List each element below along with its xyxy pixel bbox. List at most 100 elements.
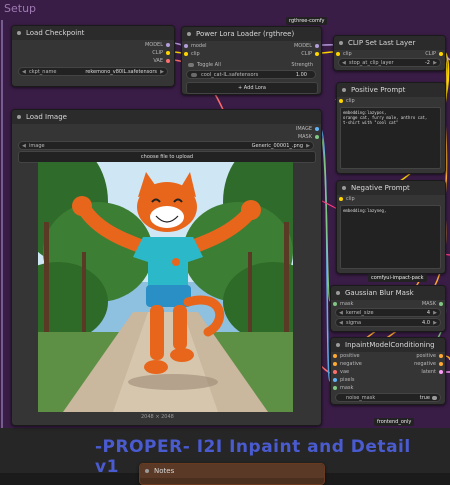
model-port-icon[interactable] bbox=[315, 43, 319, 48]
output-negative[interactable]: negative bbox=[414, 361, 443, 367]
output-latent[interactable]: latent bbox=[421, 369, 443, 375]
sigma-widget[interactable]: ◀ sigma 4.0 ▶ bbox=[335, 318, 441, 327]
input-clip[interactable]: clip bbox=[184, 51, 200, 57]
input-mask[interactable]: mask bbox=[333, 385, 353, 391]
toggle-icon[interactable] bbox=[432, 396, 437, 400]
mask-port-icon[interactable] bbox=[333, 385, 337, 390]
notes-node[interactable]: Notes bbox=[139, 463, 325, 485]
node-title[interactable]: Load Checkpoint bbox=[12, 26, 174, 40]
lora-row[interactable]: cool_cat-IL.safetensors 1.00 bbox=[186, 70, 316, 79]
latent-port-icon[interactable] bbox=[439, 369, 443, 374]
collapse-dot-icon[interactable] bbox=[336, 343, 340, 347]
input-negative[interactable]: negative bbox=[333, 361, 362, 367]
output-model[interactable]: MODEL bbox=[145, 42, 170, 48]
node-title[interactable]: Negative Prompt bbox=[337, 181, 445, 195]
input-positive[interactable]: positive bbox=[333, 353, 360, 359]
output-image[interactable]: IMAGE bbox=[296, 126, 319, 132]
cat-illustration bbox=[38, 162, 293, 412]
arrow-right-icon[interactable]: ▶ bbox=[433, 319, 437, 328]
mask-port-icon[interactable] bbox=[315, 134, 319, 139]
toggle-all[interactable]: Toggle All bbox=[188, 62, 221, 68]
clip-port-icon[interactable] bbox=[336, 51, 340, 56]
collapse-dot-icon[interactable] bbox=[187, 32, 191, 36]
mask-port-icon[interactable] bbox=[333, 301, 337, 306]
impact-pack-tag: comfyui-impact-pack bbox=[368, 274, 427, 282]
output-clip[interactable]: CLIP bbox=[301, 51, 319, 57]
gaussian-blur-mask-node[interactable]: Gaussian Blur Mask mask MASK ◀ kernel_si… bbox=[330, 285, 446, 332]
node-title[interactable]: Gaussian Blur Mask bbox=[331, 286, 445, 300]
input-vae[interactable]: vae bbox=[333, 369, 349, 375]
clip-port-icon[interactable] bbox=[339, 98, 343, 103]
add-lora-button[interactable]: + Add Lora bbox=[186, 82, 318, 94]
output-vae[interactable]: VAE bbox=[153, 58, 170, 64]
clip-port-icon[interactable] bbox=[315, 51, 319, 56]
stop-at-clip-layer-widget[interactable]: ◀ stop_at_clip_layer -2 ▶ bbox=[338, 58, 441, 67]
node-title[interactable]: Power Lora Loader (rgthree) bbox=[182, 27, 321, 41]
conditioning-port-icon[interactable] bbox=[439, 361, 443, 366]
frontend-only-tag: frontend_only bbox=[374, 418, 415, 426]
collapse-dot-icon[interactable] bbox=[342, 186, 346, 190]
noise-mask-widget[interactable]: noise_mask true bbox=[335, 393, 441, 402]
conditioning-port-icon[interactable] bbox=[439, 353, 443, 358]
vae-port-icon[interactable] bbox=[333, 369, 337, 374]
clip-port-icon[interactable] bbox=[184, 51, 188, 56]
clip-port-icon[interactable] bbox=[166, 50, 170, 55]
negative-prompt-text[interactable]: embedding:lazyneg, bbox=[340, 205, 441, 269]
positive-prompt-text[interactable]: embedding:lazypos, orange cat, furry mal… bbox=[340, 107, 441, 169]
collapse-dot-icon[interactable] bbox=[17, 31, 21, 35]
input-clip[interactable]: clip bbox=[339, 98, 355, 104]
vae-port-icon[interactable] bbox=[166, 58, 170, 63]
node-title[interactable]: CLIP Set Last Layer bbox=[334, 36, 445, 50]
output-clip[interactable]: CLIP bbox=[152, 50, 170, 56]
image-combo[interactable]: ◀ image Generic_00001_.png ▶ bbox=[18, 141, 314, 150]
collapse-dot-icon[interactable] bbox=[17, 115, 21, 119]
mask-port-icon[interactable] bbox=[439, 301, 443, 306]
load-checkpoint-node[interactable]: Load Checkpoint MODEL CLIP VAE ◀ ckpt_na… bbox=[11, 25, 175, 87]
input-clip[interactable]: clip bbox=[336, 51, 352, 57]
kernel-size-widget[interactable]: ◀ kernel_size 4 ▶ bbox=[335, 308, 441, 317]
lora-toggle-icon[interactable] bbox=[191, 73, 197, 77]
clip-port-icon[interactable] bbox=[439, 51, 443, 56]
node-title[interactable]: InpaintModelConditioning bbox=[331, 338, 445, 352]
arrow-right-icon[interactable]: ▶ bbox=[160, 68, 164, 77]
arrow-left-icon[interactable]: ◀ bbox=[342, 59, 346, 68]
image-dimensions: 2048 × 2048 bbox=[141, 414, 174, 420]
node-title[interactable]: Positive Prompt bbox=[337, 83, 445, 97]
collapse-dot-icon[interactable] bbox=[339, 41, 343, 45]
node-title[interactable]: Load Image bbox=[12, 110, 321, 124]
power-lora-loader-node[interactable]: Power Lora Loader (rgthree) model clip M… bbox=[181, 26, 322, 95]
input-model[interactable]: model bbox=[184, 43, 207, 49]
positive-prompt-node[interactable]: Positive Prompt clip embedding:lazypos, … bbox=[336, 82, 446, 174]
input-clip[interactable]: clip bbox=[339, 196, 355, 202]
model-port-icon[interactable] bbox=[166, 42, 170, 47]
output-mask[interactable]: MASK bbox=[298, 134, 319, 140]
arrow-left-icon[interactable]: ◀ bbox=[339, 309, 343, 318]
inpaint-model-conditioning-node[interactable]: InpaintModelConditioning positive negati… bbox=[330, 337, 446, 405]
output-positive[interactable]: positive bbox=[416, 353, 443, 359]
ckpt-name-combo[interactable]: ◀ ckpt_name rekemono_v80IL.safetensors ▶ bbox=[18, 67, 168, 76]
node-title[interactable]: Notes bbox=[140, 464, 324, 478]
collapse-dot-icon[interactable] bbox=[145, 469, 149, 473]
conditioning-port-icon[interactable] bbox=[333, 361, 337, 366]
arrow-right-icon[interactable]: ▶ bbox=[433, 59, 437, 68]
output-clip[interactable]: CLIP bbox=[425, 51, 443, 57]
collapse-dot-icon[interactable] bbox=[342, 88, 346, 92]
model-port-icon[interactable] bbox=[184, 43, 188, 48]
toggle-icon[interactable] bbox=[188, 62, 194, 67]
arrow-left-icon[interactable]: ◀ bbox=[22, 68, 26, 77]
negative-prompt-node[interactable]: Negative Prompt clip embedding:lazyneg, bbox=[336, 180, 446, 274]
collapse-dot-icon[interactable] bbox=[336, 291, 340, 295]
image-port-icon[interactable] bbox=[333, 377, 337, 382]
output-mask[interactable]: MASK bbox=[422, 301, 443, 307]
arrow-right-icon[interactable]: ▶ bbox=[433, 309, 437, 318]
arrow-left-icon[interactable]: ◀ bbox=[339, 319, 343, 328]
input-mask[interactable]: mask bbox=[333, 301, 353, 307]
clip-set-last-layer-node[interactable]: CLIP Set Last Layer clip CLIP ◀ stop_at_… bbox=[333, 35, 446, 71]
arrow-left-icon[interactable]: ◀ bbox=[22, 142, 26, 151]
output-model[interactable]: MODEL bbox=[294, 43, 319, 49]
clip-port-icon[interactable] bbox=[339, 196, 343, 201]
image-port-icon[interactable] bbox=[315, 126, 319, 131]
conditioning-port-icon[interactable] bbox=[333, 353, 337, 358]
arrow-right-icon[interactable]: ▶ bbox=[306, 142, 310, 151]
input-pixels[interactable]: pixels bbox=[333, 377, 354, 383]
